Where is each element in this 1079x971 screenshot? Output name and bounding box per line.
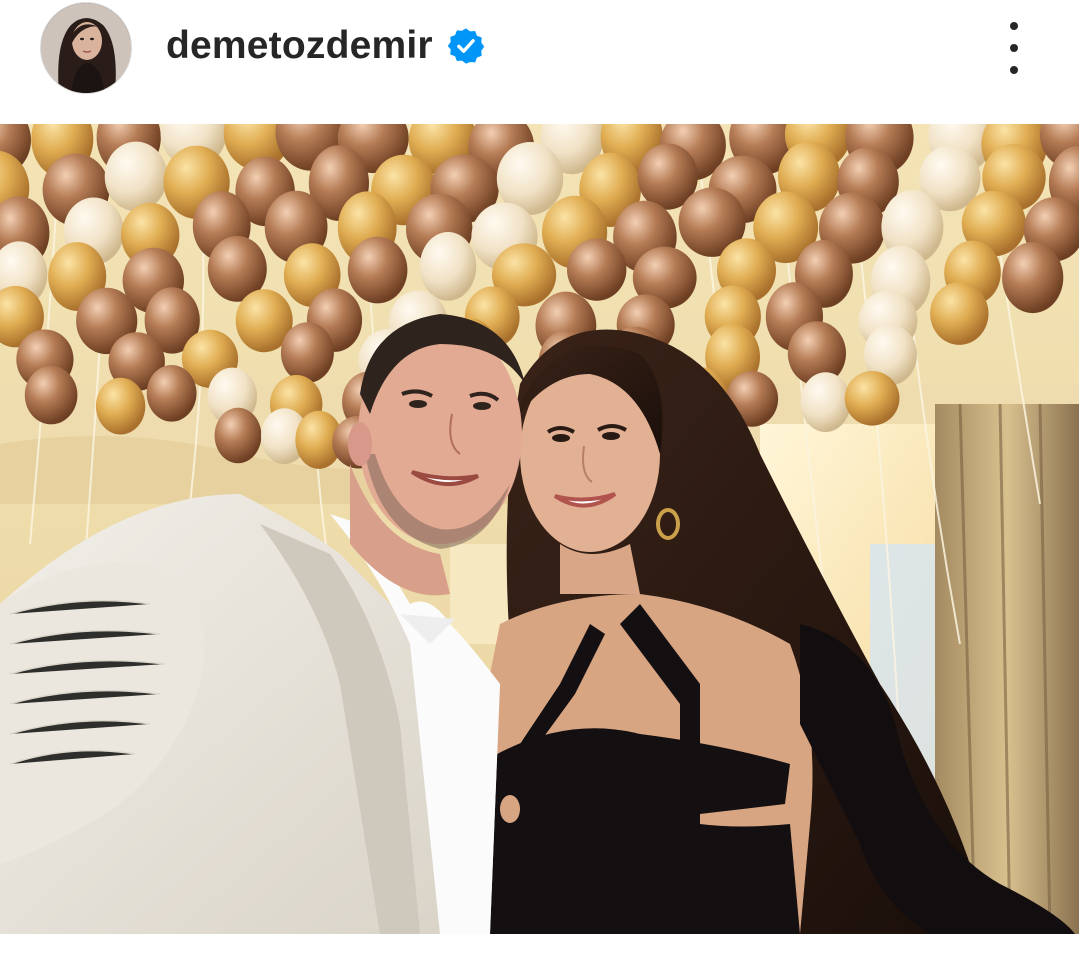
balloon <box>567 238 627 301</box>
username-link[interactable]: demetozdemir <box>166 24 433 68</box>
balloon <box>146 365 197 422</box>
balloon <box>1002 242 1064 314</box>
post-header: demetozdemir <box>0 0 1079 124</box>
balloon <box>95 377 146 435</box>
post-photo-illustration <box>0 124 1079 934</box>
balloon <box>280 322 334 383</box>
balloon <box>104 141 168 212</box>
username-block: demetozdemir <box>166 24 485 68</box>
balloon <box>930 282 989 345</box>
dot-icon <box>1010 22 1018 30</box>
balloon <box>844 371 900 426</box>
dot-icon <box>1010 44 1018 52</box>
balloon <box>419 232 477 301</box>
post-footer-spacer <box>0 934 1079 971</box>
instagram-post: demetozdemir <box>0 0 1079 971</box>
balloon <box>347 236 408 304</box>
more-options-vertical-icon[interactable] <box>999 22 1029 74</box>
dot-icon <box>1010 66 1018 74</box>
profile-avatar[interactable] <box>41 3 131 93</box>
balloon <box>800 372 851 432</box>
balloon <box>24 365 78 425</box>
post-image[interactable] <box>0 124 1079 934</box>
avatar-image <box>41 3 131 93</box>
verified-badge-icon <box>447 27 485 65</box>
balloon <box>214 407 262 464</box>
